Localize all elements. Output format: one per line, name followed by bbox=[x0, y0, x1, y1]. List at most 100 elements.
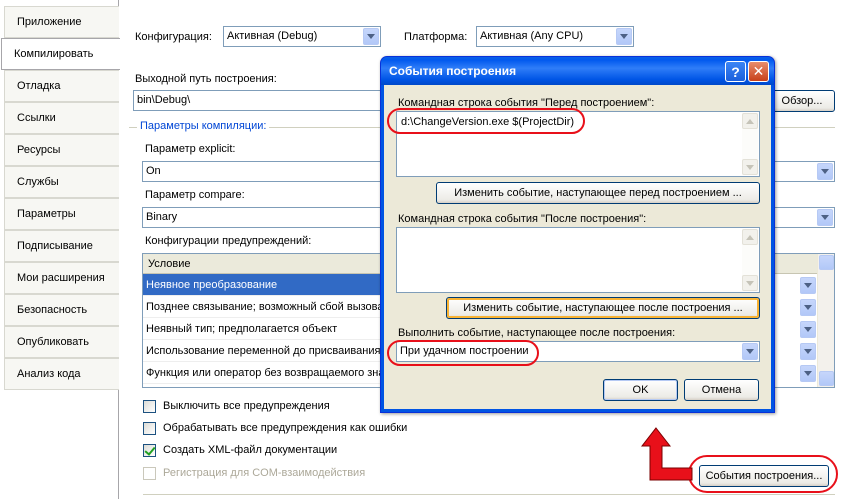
chevron-down-icon[interactable] bbox=[616, 28, 632, 45]
chevron-down-icon[interactable] bbox=[363, 28, 379, 45]
row-label: Неявное преобразование bbox=[146, 279, 278, 291]
tab-services[interactable]: Службы bbox=[4, 166, 119, 198]
table-row[interactable]: Функция или оператор без возвращаемого з… bbox=[143, 362, 386, 384]
table-row[interactable]: Неявный тип; предполагается объект bbox=[143, 318, 386, 340]
chevron-down-icon[interactable] bbox=[800, 277, 816, 294]
edit-postbuild-label: Изменить событие, наступающее после пост… bbox=[463, 302, 743, 314]
tab-label: Подписывание bbox=[17, 240, 93, 252]
platform-label: Платформа: bbox=[404, 31, 468, 43]
tab-my-extensions[interactable]: Мои расширения bbox=[4, 262, 119, 294]
ok-button-label: OK bbox=[632, 384, 649, 396]
chevron-down-icon[interactable] bbox=[800, 343, 816, 360]
warnings-label: Конфигурации предупреждений: bbox=[145, 235, 312, 247]
run-postbuild-value: При удачном построении bbox=[400, 345, 529, 357]
output-path-input[interactable]: bin\Debug\ bbox=[133, 90, 383, 111]
tab-application[interactable]: Приложение bbox=[4, 6, 119, 38]
row-label: Неявный тип; предполагается объект bbox=[146, 323, 338, 335]
postbuild-input[interactable] bbox=[396, 227, 760, 293]
bottom-divider bbox=[143, 494, 835, 495]
edit-prebuild-button[interactable]: Изменить событие, наступающее перед пост… bbox=[436, 182, 760, 204]
ok-button[interactable]: OK bbox=[603, 379, 678, 401]
help-glyph: ? bbox=[731, 63, 740, 80]
xml-docs-checkbox[interactable] bbox=[143, 444, 156, 457]
scroll-down-icon[interactable] bbox=[742, 275, 758, 291]
configuration-label: Конфигурация: bbox=[135, 31, 212, 43]
row-dropdown[interactable] bbox=[798, 342, 817, 361]
tab-debug[interactable]: Отладка bbox=[4, 70, 119, 102]
prebuild-scrollbar[interactable] bbox=[742, 113, 758, 175]
prebuild-value: d:\ChangeVersion.exe $(ProjectDir) bbox=[401, 116, 575, 128]
tab-compile[interactable]: Компилировать bbox=[1, 38, 120, 70]
tab-signing[interactable]: Подписывание bbox=[4, 230, 119, 262]
explicit-label: Параметр explicit: bbox=[145, 143, 236, 155]
dialog-titlebar[interactable]: События построения ? ✕ bbox=[381, 57, 774, 85]
tab-code-analysis[interactable]: Анализ кода bbox=[4, 358, 119, 390]
browse-button[interactable]: Обзор... bbox=[769, 90, 835, 112]
tab-label: Компилировать bbox=[14, 48, 94, 60]
platform-value: Активная (Any CPU) bbox=[480, 30, 584, 42]
explicit-value: On bbox=[146, 165, 161, 177]
scroll-up-icon[interactable] bbox=[742, 229, 758, 245]
chevron-down-icon[interactable] bbox=[800, 321, 816, 338]
warnings-as-errors-label: Обрабатывать все предупреждения как ошиб… bbox=[163, 422, 408, 434]
tab-label: Приложение bbox=[17, 16, 82, 28]
cancel-button[interactable]: Отмена bbox=[684, 379, 759, 401]
configuration-value: Активная (Debug) bbox=[227, 30, 318, 42]
scroll-up-icon[interactable] bbox=[819, 255, 834, 270]
table-row[interactable]: Неявное преобразование bbox=[143, 274, 386, 296]
dialog-body: Командная строка события "Перед построен… bbox=[384, 85, 771, 409]
tab-settings[interactable]: Параметры bbox=[4, 198, 119, 230]
compile-options-title: Параметры компиляции: bbox=[137, 120, 270, 132]
warnings-as-errors-checkbox[interactable] bbox=[143, 422, 156, 435]
postbuild-label: Командная строка события "После построен… bbox=[398, 213, 647, 225]
row-dropdown[interactable] bbox=[798, 276, 817, 295]
disable-warnings-checkbox[interactable] bbox=[143, 400, 156, 413]
tab-label: Ссылки bbox=[17, 112, 56, 124]
row-label: Использование переменной до присваивания bbox=[146, 345, 381, 357]
configuration-combo[interactable]: Активная (Debug) bbox=[223, 26, 381, 47]
tab-publish[interactable]: Опубликовать bbox=[4, 326, 119, 358]
build-events-dialog: События построения ? ✕ Командная строка … bbox=[380, 56, 775, 413]
table-row[interactable]: Позднее связывание; возможный сбой вызов… bbox=[143, 296, 386, 318]
prebuild-input[interactable]: d:\ChangeVersion.exe $(ProjectDir) bbox=[396, 111, 760, 177]
edit-prebuild-label: Изменить событие, наступающее перед пост… bbox=[454, 187, 742, 199]
tab-label: Ресурсы bbox=[17, 144, 61, 156]
help-icon[interactable]: ? bbox=[725, 61, 746, 82]
output-path-label: Выходной путь построения: bbox=[135, 73, 277, 85]
close-icon[interactable]: ✕ bbox=[748, 61, 769, 82]
cancel-button-label: Отмена bbox=[701, 384, 742, 396]
row-label: Функция или оператор без возвращаемого з… bbox=[146, 367, 385, 379]
run-postbuild-combo[interactable]: При удачном построении bbox=[396, 341, 760, 362]
red-arrow-icon bbox=[640, 427, 693, 481]
xml-docs-label: Создать XML-файл документации bbox=[163, 444, 338, 456]
tab-references[interactable]: Ссылки bbox=[4, 102, 119, 134]
chevron-down-icon[interactable] bbox=[742, 343, 758, 360]
browse-button-label: Обзор... bbox=[781, 95, 823, 107]
row-dropdown[interactable] bbox=[798, 320, 817, 339]
output-path-value: bin\Debug\ bbox=[137, 94, 191, 106]
platform-combo[interactable]: Активная (Any CPU) bbox=[476, 26, 634, 47]
close-glyph: ✕ bbox=[752, 63, 765, 79]
grid-scrollbar[interactable] bbox=[817, 254, 834, 387]
chevron-down-icon[interactable] bbox=[817, 163, 833, 180]
edit-postbuild-button[interactable]: Изменить событие, наступающее после пост… bbox=[446, 297, 760, 319]
tab-resources[interactable]: Ресурсы bbox=[4, 134, 119, 166]
chevron-down-icon[interactable] bbox=[800, 299, 816, 316]
disable-warnings-label: Выключить все предупреждения bbox=[163, 400, 330, 412]
scroll-up-icon[interactable] bbox=[742, 113, 758, 129]
prebuild-label: Командная строка события "Перед построен… bbox=[398, 97, 655, 109]
build-events-button-label: События построения... bbox=[705, 470, 823, 482]
table-row[interactable]: Использование переменной до присваивания bbox=[143, 340, 386, 362]
tab-label: Службы bbox=[17, 176, 59, 188]
postbuild-scrollbar[interactable] bbox=[742, 229, 758, 291]
build-events-button[interactable]: События построения... bbox=[699, 465, 829, 487]
chevron-down-icon[interactable] bbox=[817, 209, 833, 226]
row-dropdown[interactable] bbox=[798, 364, 817, 383]
scroll-down-icon[interactable] bbox=[819, 371, 834, 386]
row-dropdown[interactable] bbox=[798, 298, 817, 317]
chevron-down-icon[interactable] bbox=[800, 365, 816, 382]
row-label: Позднее связывание; возможный сбой вызов… bbox=[146, 301, 384, 313]
tab-label: Опубликовать bbox=[17, 336, 89, 348]
scroll-down-icon[interactable] bbox=[742, 159, 758, 175]
tab-security[interactable]: Безопасность bbox=[4, 294, 119, 326]
